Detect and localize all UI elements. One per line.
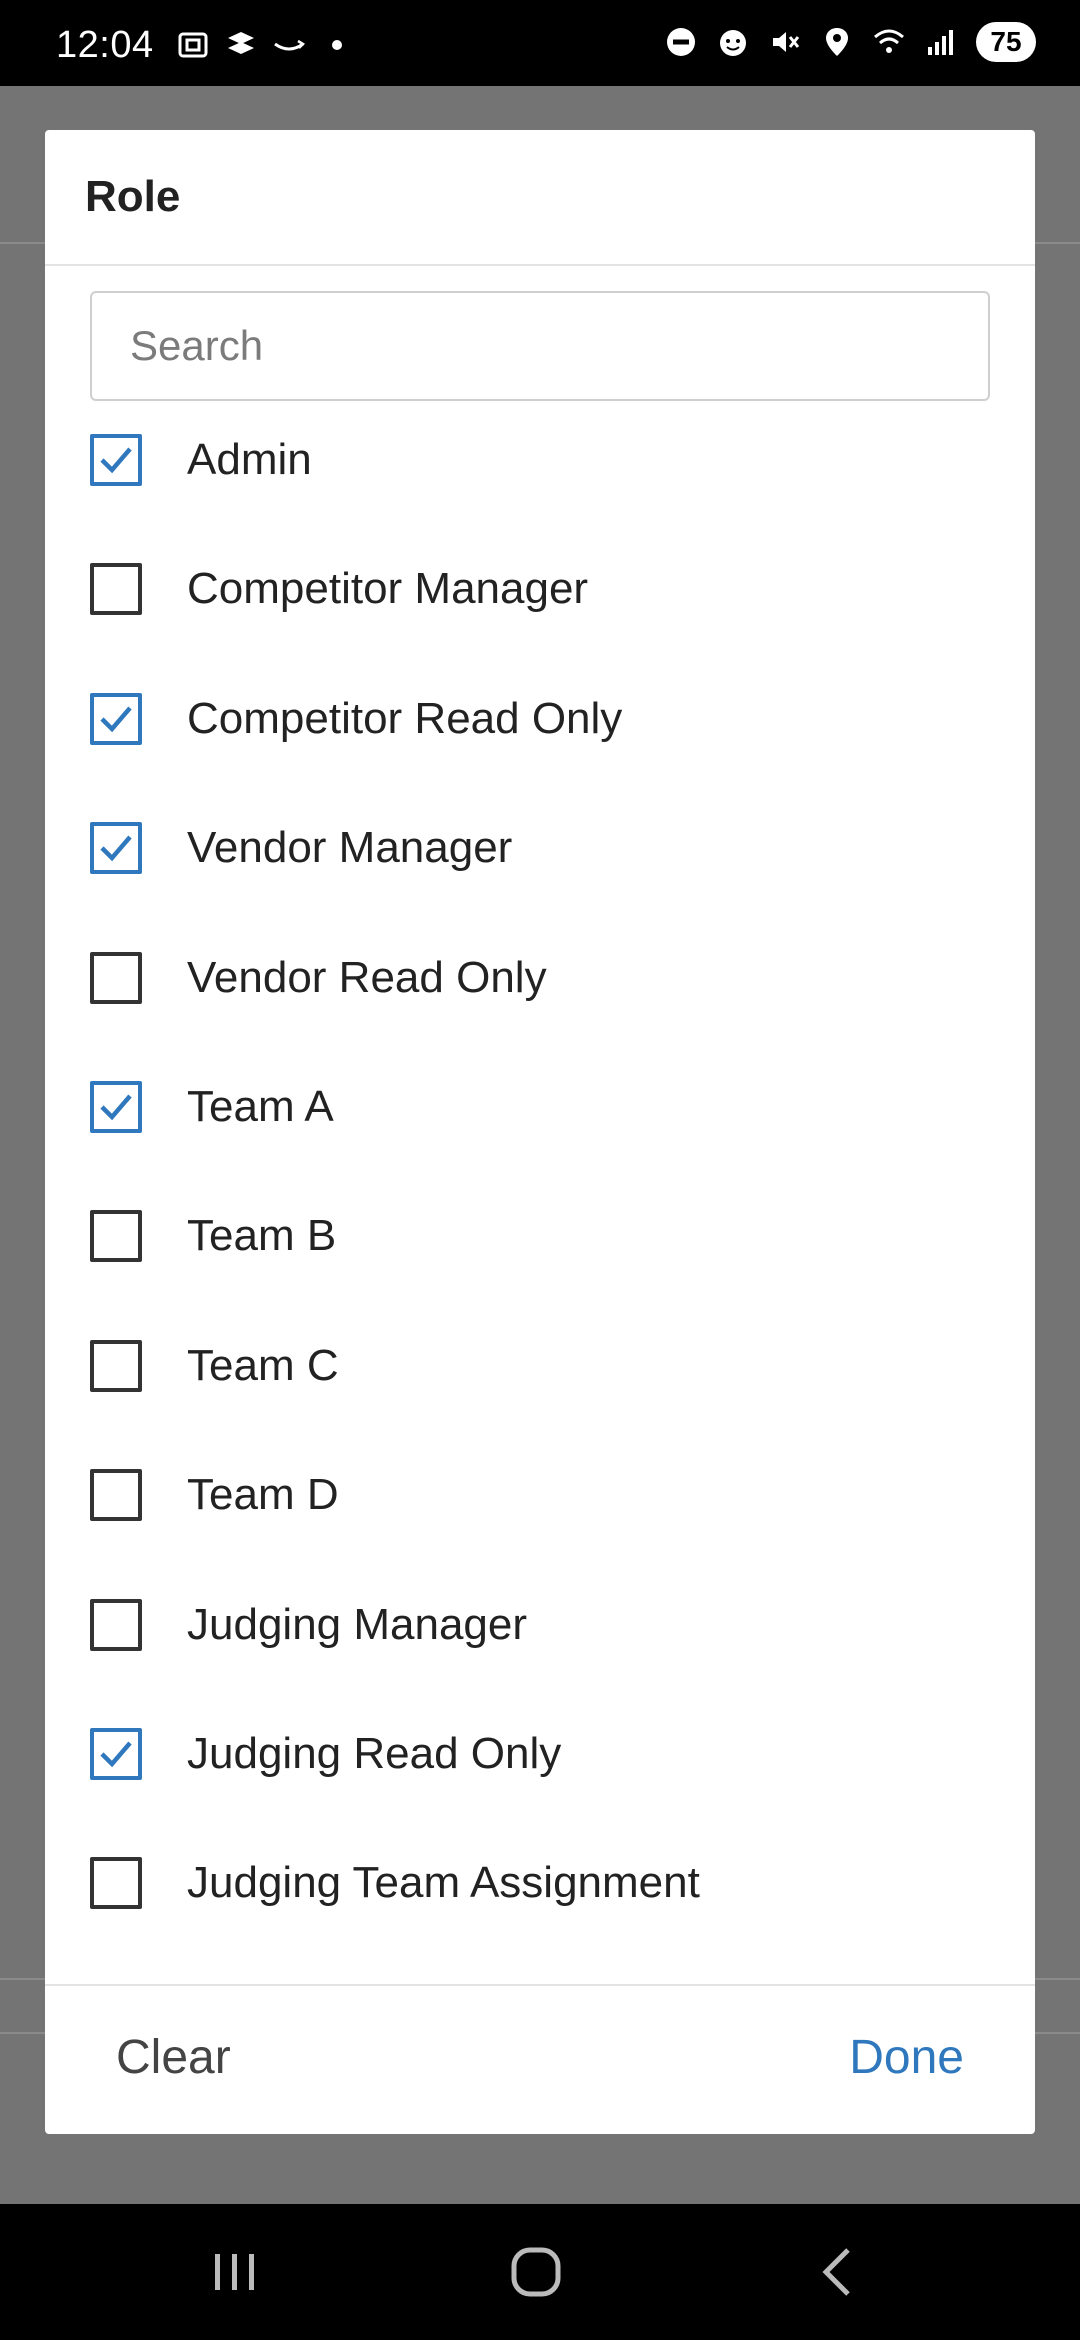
location-icon [820,25,854,59]
wifi-icon [872,25,906,59]
checkbox-unchecked[interactable] [90,951,142,1004]
role-option-label: Vendor Manager [187,823,513,873]
status-right-icons: 75 [664,22,1036,62]
role-option[interactable]: Vendor Read Only [90,913,990,1042]
checkmark-icon [100,1741,132,1768]
dialog-header: Role [45,130,1035,266]
checkbox-checked[interactable] [90,692,142,745]
checkbox-unchecked[interactable] [90,1339,142,1392]
signal-icon [924,25,958,59]
role-dialog: Role Admin Competitor Manager Competitor R… [45,130,1035,2134]
status-time: 12:04 [56,24,154,66]
back-icon[interactable] [810,2242,870,2302]
role-option[interactable]: Judging Team Assignment [90,1819,990,1948]
checkbox-unchecked[interactable] [90,1210,142,1263]
dropbox-icon [224,28,258,62]
role-option[interactable]: Team D [90,1431,990,1560]
role-option-label: Competitor Manager [187,564,589,614]
role-option[interactable]: Team C [90,1301,990,1430]
checkmark-icon [100,1094,132,1121]
checkbox-unchecked[interactable] [90,1857,142,1910]
status-left-icons [176,28,354,62]
role-option[interactable]: Admin [90,395,990,524]
checkmark-icon [100,447,132,474]
role-option-label: Team C [187,1340,339,1390]
status-bar: 12:04 75 [0,0,1080,86]
checkbox-checked[interactable] [90,1081,142,1133]
dialog-title: Role [85,172,181,221]
role-option[interactable]: Competitor Manager [90,525,990,654]
dnd-icon [664,25,698,59]
role-option-label: Team D [187,1470,339,1520]
search-input[interactable] [90,291,990,401]
checkbox-unchecked[interactable] [90,1598,142,1651]
mute-icon [768,25,802,59]
role-option[interactable]: Judging Manager [90,1560,990,1689]
navigation-bar [0,2204,1080,2340]
checkbox-checked[interactable] [90,1728,142,1780]
role-option[interactable]: Judging Read Only [90,1689,990,1818]
battery-indicator: 75 [976,22,1036,62]
checkbox-checked[interactable] [90,822,142,875]
dot-icon [320,28,354,62]
face-icon [716,25,750,59]
recents-icon[interactable] [205,2242,265,2302]
checkmark-icon [100,706,132,733]
checkbox-unchecked[interactable] [90,1469,142,1522]
done-button[interactable]: Done [849,2030,964,2085]
role-option[interactable]: Team A [90,1042,990,1171]
clear-button[interactable]: Clear [116,2030,231,2085]
checkmark-icon [100,835,132,862]
role-option[interactable]: Competitor Read Only [90,654,990,783]
role-option-label: Judging Read Only [187,1729,562,1778]
role-option-label: Judging Manager [187,1599,528,1649]
dialog-footer: Clear Done [45,1984,1035,2134]
checkbox-checked[interactable] [90,434,142,486]
role-option-label: Admin [187,435,312,484]
checkbox-unchecked[interactable] [90,563,142,616]
role-option[interactable]: Vendor Manager [90,784,990,913]
role-option-label: Judging Team Assignment [187,1858,700,1908]
role-option[interactable]: Team B [90,1172,990,1301]
role-option-label: Vendor Read Only [187,952,547,1002]
role-option-label: Competitor Read Only [187,693,623,743]
home-icon[interactable] [506,2242,566,2302]
screenshot-icon [176,28,210,62]
role-option-label: Team A [187,1082,334,1131]
role-option-label: Team B [187,1211,337,1261]
amazon-icon [272,28,306,62]
